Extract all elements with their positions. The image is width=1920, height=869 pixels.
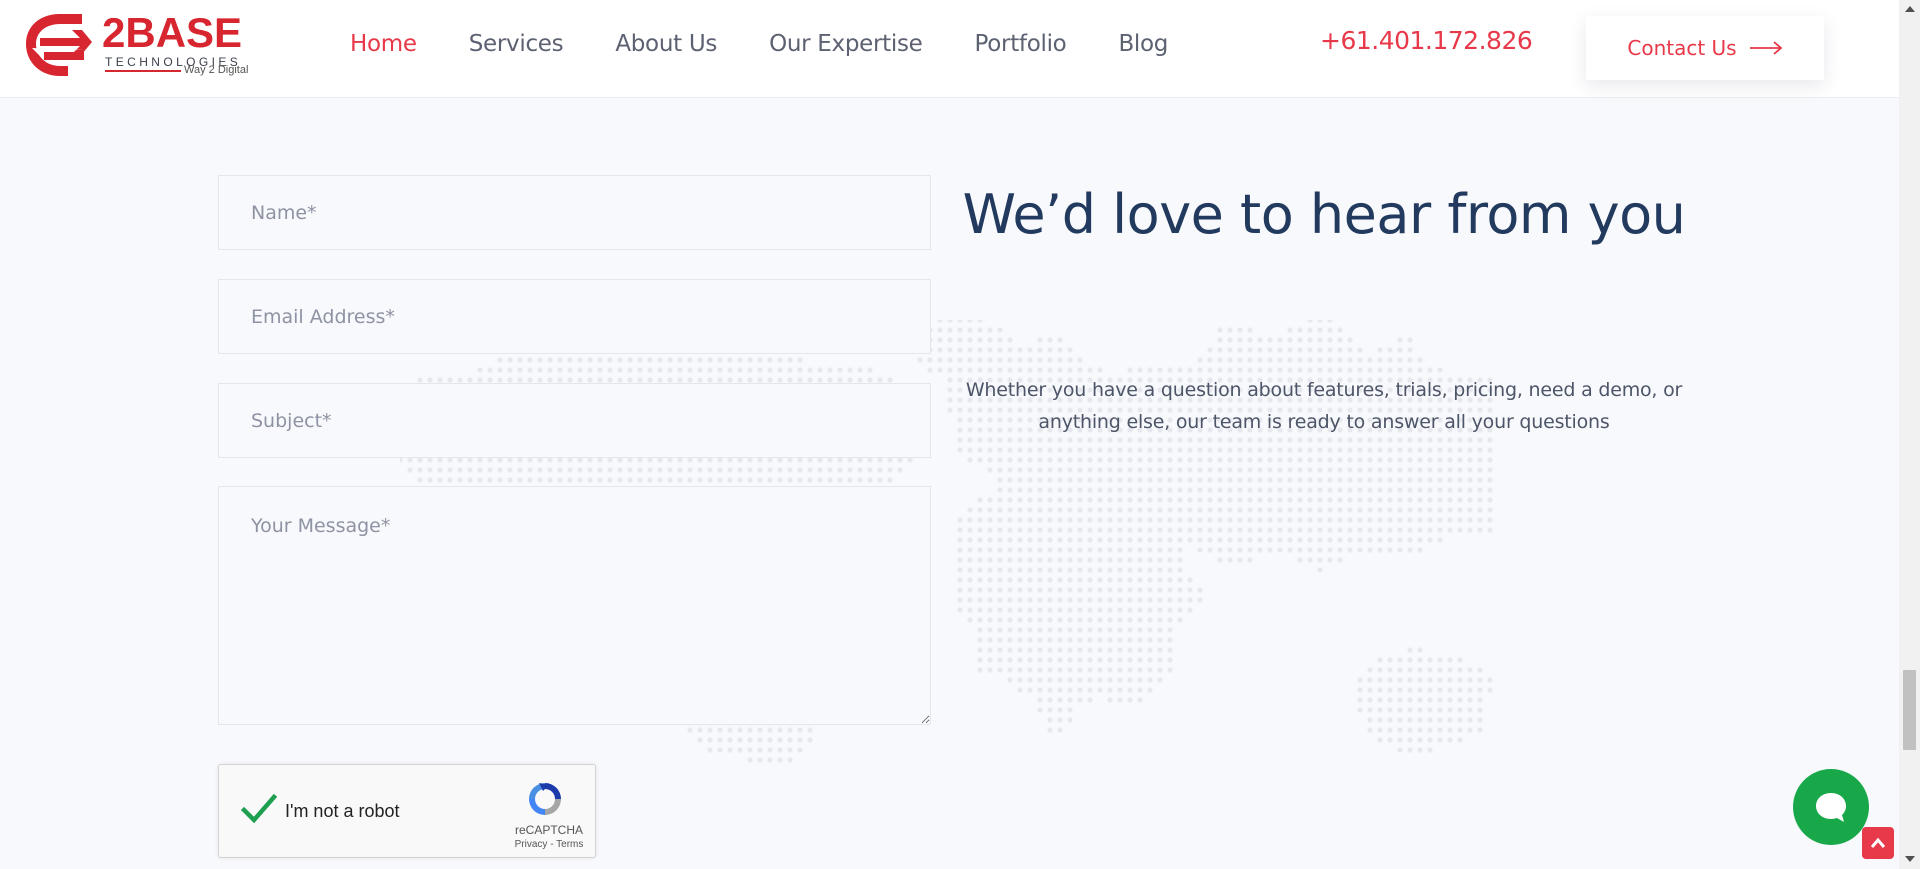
chevron-up-icon [1870, 837, 1886, 848]
brand-tagline: Way 2 Digital [184, 64, 249, 76]
nav-item-services[interactable]: Services [469, 31, 564, 57]
brand-underline [105, 70, 181, 72]
email-input[interactable] [218, 279, 931, 354]
recaptcha-privacy-terms-link[interactable]: Privacy - Terms [509, 839, 589, 850]
recaptcha-label: I'm not a robot [285, 801, 400, 821]
nav-item-about-us[interactable]: About Us [615, 31, 717, 57]
nav-item-our-expertise[interactable]: Our Expertise [769, 31, 923, 57]
contact-us-button[interactable]: Contact Us [1586, 16, 1824, 80]
scroll-down-arrow-icon[interactable] [1899, 850, 1920, 868]
back-to-top-button[interactable] [1862, 827, 1894, 859]
brand-logo[interactable]: 2BASE TECHNOLOGIES Way 2 Digital [22, 10, 262, 80]
brand-name: 2BASE [102, 9, 243, 56]
scroll-up-arrow-icon[interactable] [1899, 0, 1920, 18]
recaptcha-widget[interactable]: I'm not a robot reCAPTCHA Privacy - Term… [218, 764, 596, 858]
chat-bubble-icon [1816, 793, 1846, 822]
main-nav: Home Services About Us Our Expertise Por… [350, 26, 1220, 62]
section-description: Whether you have a question about featur… [965, 379, 1683, 433]
chat-widget-button[interactable] [1793, 769, 1869, 845]
logo-mark-icon [26, 14, 92, 76]
message-textarea[interactable] [218, 486, 931, 725]
name-input[interactable] [218, 175, 931, 250]
page-scrollbar[interactable] [1899, 0, 1920, 869]
arrow-right-icon [1749, 41, 1782, 55]
site-header: 2BASE TECHNOLOGIES Way 2 Digital Home Se… [0, 0, 1899, 98]
phone-number-link[interactable]: +61.401.172.826 [1320, 26, 1533, 55]
contact-us-label: Contact Us [1627, 36, 1737, 60]
subject-input[interactable] [218, 383, 931, 458]
section-heading: We’d love to hear from you [962, 183, 1686, 246]
checkmark-icon[interactable] [241, 793, 277, 825]
nav-item-blog[interactable]: Blog [1118, 31, 1168, 57]
nav-item-portfolio[interactable]: Portfolio [975, 31, 1067, 57]
recaptcha-logo-icon [529, 783, 561, 815]
recaptcha-brand: reCAPTCHA [514, 823, 583, 837]
scrollbar-thumb[interactable] [1903, 670, 1916, 750]
nav-item-home[interactable]: Home [350, 31, 417, 57]
